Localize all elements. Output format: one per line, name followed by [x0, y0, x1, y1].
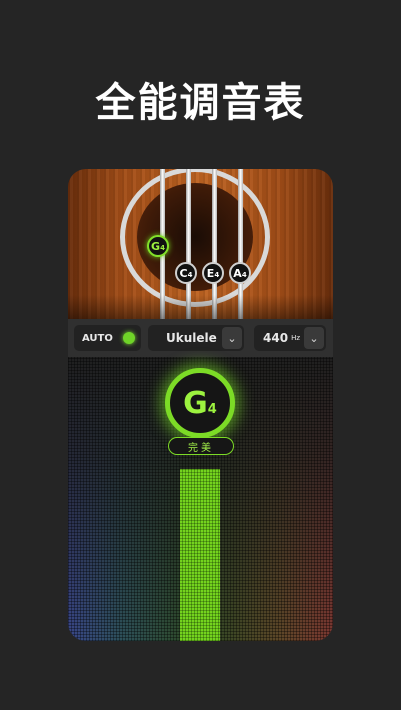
tuning-status-badge: 完美 — [168, 437, 234, 455]
detected-note-badge: G4 — [165, 368, 235, 438]
promo-headline: 全能调音表 — [95, 80, 306, 126]
auto-indicator-icon — [123, 332, 135, 344]
string-note-letter: G — [151, 239, 161, 253]
string-note-a[interactable]: A4 — [229, 262, 251, 284]
app-screen: G4 C4 E4 A4 AUTO Ukulele ⌄ 440 Hz ⌄ G4 完… — [68, 169, 333, 641]
frequency-value: 440 — [263, 331, 289, 345]
chevron-down-icon: ⌄ — [222, 327, 242, 349]
string-note-c[interactable]: C4 — [175, 262, 197, 284]
string-note-octave: 4 — [241, 271, 247, 279]
instrument-select[interactable]: Ukulele ⌄ — [148, 325, 244, 351]
control-bar: AUTO Ukulele ⌄ 440 Hz ⌄ — [68, 319, 333, 357]
string-note-letter: C — [179, 266, 188, 280]
detected-note-letter: G — [183, 385, 208, 421]
string-note-e[interactable]: E4 — [202, 262, 224, 284]
wood-shadow — [68, 295, 333, 319]
string-note-letter: E — [206, 266, 215, 280]
instrument-value: Ukulele — [166, 331, 217, 345]
string-note-octave: 4 — [214, 271, 220, 279]
auto-toggle[interactable]: AUTO — [74, 325, 141, 351]
chevron-down-icon: ⌄ — [304, 327, 324, 349]
frequency-select[interactable]: 440 Hz ⌄ — [254, 325, 326, 351]
pitch-needle-bar — [180, 469, 220, 641]
string-note-letter: A — [233, 266, 242, 280]
detected-note-octave: 4 — [207, 401, 217, 417]
string-note-g[interactable]: G4 — [147, 235, 169, 257]
ukulele-body: G4 C4 E4 A4 — [68, 169, 333, 319]
string-note-octave: 4 — [187, 271, 193, 279]
frequency-unit: Hz — [291, 334, 301, 342]
string-note-octave: 4 — [160, 244, 165, 252]
auto-label: AUTO — [82, 332, 113, 344]
